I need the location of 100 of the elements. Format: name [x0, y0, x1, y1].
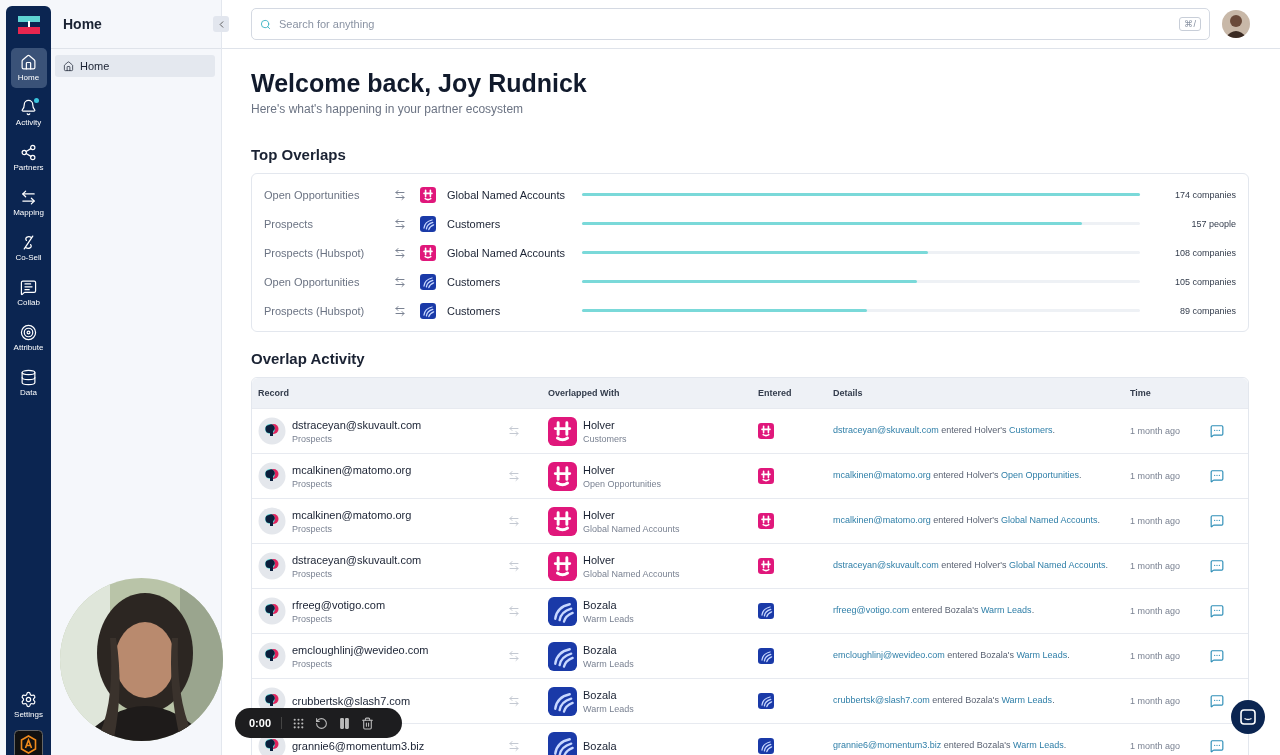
swap-arrows-icon: [508, 515, 520, 527]
list-link[interactable]: Warm Leads: [980, 605, 1032, 616]
activity-time: 1 month ago: [1130, 516, 1182, 526]
shortcut-hint: ⌘/: [1179, 17, 1201, 31]
record-link[interactable]: rfreeg@votigo.com: [833, 605, 910, 616]
settings-nav-item[interactable]: Settings: [10, 685, 47, 725]
rail-nav-item[interactable]: Attribute: [10, 318, 47, 358]
welcome-heading: Welcome back, Joy Rudnick: [251, 69, 588, 98]
comment-button[interactable]: [1210, 514, 1224, 528]
partner-logo-icon: [548, 686, 577, 716]
column-header: Time: [1130, 388, 1152, 398]
pause-button[interactable]: [338, 716, 352, 730]
rail-nav-item[interactable]: Co-Sell: [10, 228, 47, 268]
rail-nav-item[interactable]: Partners: [10, 138, 47, 178]
record-list: Prospects: [292, 613, 386, 624]
swap-arrows-icon: [394, 304, 406, 317]
record-email: crubbertsk@slash7.com: [292, 695, 411, 707]
record-link[interactable]: mcalkinen@matomo.org: [833, 470, 931, 481]
comment-button[interactable]: [1210, 604, 1224, 618]
rail-nav-item[interactable]: Collab: [10, 273, 47, 313]
collapse-sidebar-button[interactable]: [213, 16, 229, 32]
record-email: mcalkinen@matomo.org: [292, 508, 412, 521]
recording-time: 0:00: [249, 717, 283, 729]
grid-button[interactable]: [292, 716, 306, 730]
partner-list: Global Named Accounts: [583, 568, 680, 579]
entered-logo-icon: [758, 738, 774, 754]
rail-nav-item[interactable]: Activity: [10, 93, 47, 133]
partner-logo-icon: [548, 506, 577, 536]
swap-arrows-icon: [394, 275, 406, 288]
overlap-count: 108 companies: [1173, 247, 1236, 258]
activity-details: mcalkinen@matomo.org entered Holver's Open Opportunities.: [833, 469, 1083, 483]
entered-logo-icon: [758, 423, 774, 439]
rail-nav-item[interactable]: Home: [10, 48, 47, 88]
overlap-count: 105 companies: [1173, 276, 1236, 287]
partner-name: Holver: [583, 418, 616, 431]
list-link[interactable]: Global Named Accounts: [1000, 515, 1098, 526]
record-list: Prospects: [292, 568, 422, 579]
workspace-badge-icon[interactable]: [14, 730, 43, 755]
user-avatar[interactable]: [1222, 10, 1250, 38]
comment-button[interactable]: [1210, 694, 1224, 708]
database-icon: [20, 369, 37, 386]
partner-list: Warm Leads: [583, 613, 634, 624]
record-link[interactable]: grannie6@momentum3.biz: [833, 740, 942, 751]
search-field[interactable]: Search for anything ⌘/: [251, 8, 1210, 40]
activity-details: crubbertsk@slash7.com entered Bozala's Warm Leads.: [833, 694, 1056, 708]
home-icon: [20, 54, 37, 71]
comment-button[interactable]: [1210, 649, 1224, 663]
partner-name: Bozala: [583, 688, 618, 701]
partner-name: Bozala: [583, 598, 618, 611]
section-heading: Top Overlaps: [251, 146, 347, 163]
sidebar-title: Home: [63, 16, 102, 32]
record-link[interactable]: crubbertsk@slash7.com: [833, 695, 930, 706]
delete-button[interactable]: [361, 716, 375, 730]
partner-name: Holver: [583, 508, 616, 521]
comment-button[interactable]: [1210, 469, 1224, 483]
record-link[interactable]: emcloughlinj@wevideo.com: [833, 650, 945, 661]
swap-arrows-icon: [394, 217, 406, 230]
search-icon: [260, 18, 271, 30]
home-icon: [63, 60, 74, 72]
record-avatar-icon: [258, 597, 286, 625]
rail-nav-item[interactable]: Data: [10, 363, 47, 403]
message-icon: [20, 279, 37, 296]
activity-time: 1 month ago: [1130, 696, 1182, 706]
list-link[interactable]: Global Named Accounts: [1008, 560, 1106, 571]
activity-details: emcloughlinj@wevideo.com entered Bozala's Warm Leads.: [833, 649, 1071, 663]
activity-details: dstraceyan@skuvault.com entered Holver's Customers.: [833, 424, 1056, 438]
activity-details: dstraceyan@skuvault.com entered Holver's Global Named Accounts.: [833, 559, 1110, 573]
swap-arrows-icon: [508, 425, 520, 437]
comment-button[interactable]: [1210, 739, 1224, 753]
record-link[interactable]: dstraceyan@skuvault.com: [833, 425, 939, 436]
search-input[interactable]: Search for anything: [277, 17, 1174, 31]
swap-arrows-icon: [508, 695, 520, 707]
restart-button[interactable]: [315, 716, 329, 730]
list-link[interactable]: Warm Leads: [1012, 740, 1064, 751]
chat-launcher-button[interactable]: [1231, 700, 1265, 734]
comment-button[interactable]: [1210, 559, 1224, 573]
list-link[interactable]: Open Opportunities: [1000, 470, 1079, 481]
entered-logo-icon: [758, 648, 774, 664]
source-list-label: Prospects (Hubspot): [264, 304, 366, 317]
target-list-label: Global Named Accounts: [447, 188, 566, 201]
partner-logo-icon: [548, 416, 577, 446]
partner-list: Customers: [583, 433, 627, 444]
entered-logo-icon: [758, 693, 774, 709]
source-list-label: Prospects: [264, 217, 314, 230]
overlap-count: 157 people: [1190, 218, 1236, 229]
entered-logo-icon: [758, 558, 774, 574]
column-header: Details: [833, 388, 864, 398]
comment-button[interactable]: [1210, 424, 1224, 438]
partner-list: Open Opportunities: [583, 478, 662, 489]
overlap-count: 89 companies: [1178, 305, 1236, 316]
record-link[interactable]: dstraceyan@skuvault.com: [833, 560, 939, 571]
partner-logo-icon: [420, 244, 436, 261]
partner-logo-icon: [548, 731, 577, 755]
record-avatar-icon: [258, 507, 286, 535]
record-link[interactable]: mcalkinen@matomo.org: [833, 515, 931, 526]
sidebar-item[interactable]: Home: [55, 55, 215, 77]
activity-time: 1 month ago: [1130, 561, 1182, 571]
swap-arrows-icon: [508, 605, 520, 617]
rail-nav-item[interactable]: Mapping: [10, 183, 47, 223]
overlap-count: 174 companies: [1173, 189, 1236, 200]
